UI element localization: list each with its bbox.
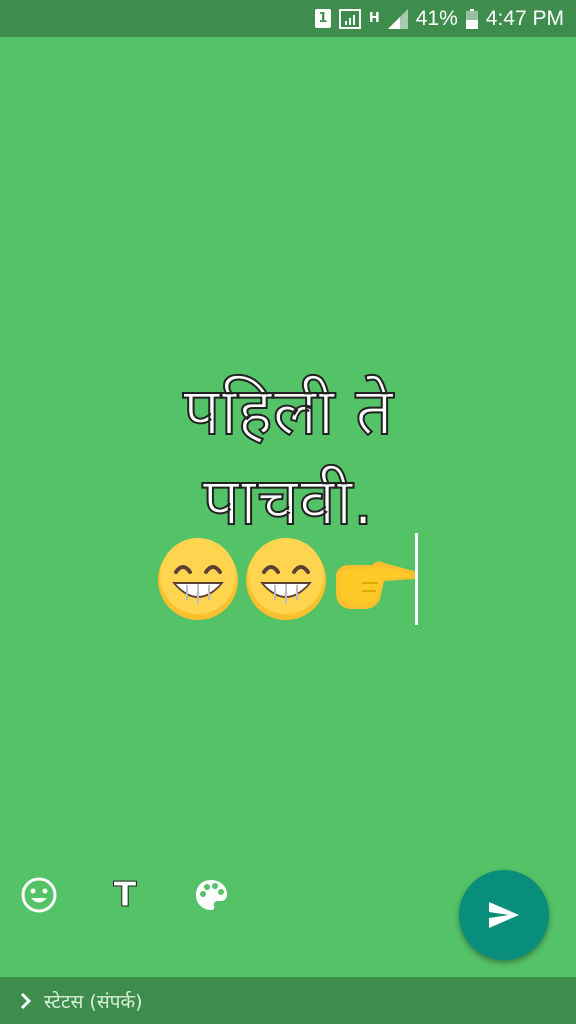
send-icon bbox=[489, 902, 519, 928]
emoji-button[interactable] bbox=[18, 874, 60, 916]
status-editor-canvas[interactable]: पहिली ते पाचवी. bbox=[0, 37, 576, 977]
status-text-line-1: पहिली ते bbox=[182, 372, 394, 451]
grinning-face-emoji bbox=[244, 538, 328, 626]
signal-box-icon bbox=[338, 8, 361, 29]
status-privacy-bar[interactable]: स्टेटस (संपर्क) bbox=[0, 977, 576, 1024]
emoji-line bbox=[156, 537, 418, 627]
chevron-right-icon bbox=[20, 992, 32, 1010]
background-color-button[interactable] bbox=[190, 874, 232, 916]
sim-icon: 1 bbox=[314, 9, 331, 28]
editor-toolbar: T bbox=[18, 874, 232, 916]
status-text-line-2: पाचवी. bbox=[201, 462, 374, 541]
clock: 4:47 PM bbox=[485, 6, 564, 30]
status-bar: 1 H 41% 4:47 PM bbox=[0, 0, 576, 37]
status-text-input[interactable]: पहिली ते पाचवी. bbox=[88, 367, 488, 547]
status-bar-right: 1 H 41% 4:47 PM bbox=[314, 0, 564, 37]
text-style-button[interactable]: T bbox=[104, 874, 146, 916]
grinning-face-emoji bbox=[156, 538, 240, 626]
cell-signal-icon bbox=[387, 8, 408, 29]
smiley-icon bbox=[21, 877, 57, 913]
pointing-right-emoji bbox=[332, 545, 418, 619]
text-cursor bbox=[415, 533, 418, 625]
send-button[interactable] bbox=[459, 870, 549, 960]
network-type-icon: H bbox=[368, 11, 380, 26]
palette-icon bbox=[196, 880, 227, 910]
text-style-icon: T bbox=[113, 875, 137, 916]
privacy-label: स्टेटस (संपर्क) bbox=[44, 990, 143, 1013]
battery-percent: 41% bbox=[415, 6, 458, 30]
battery-icon bbox=[465, 8, 478, 29]
